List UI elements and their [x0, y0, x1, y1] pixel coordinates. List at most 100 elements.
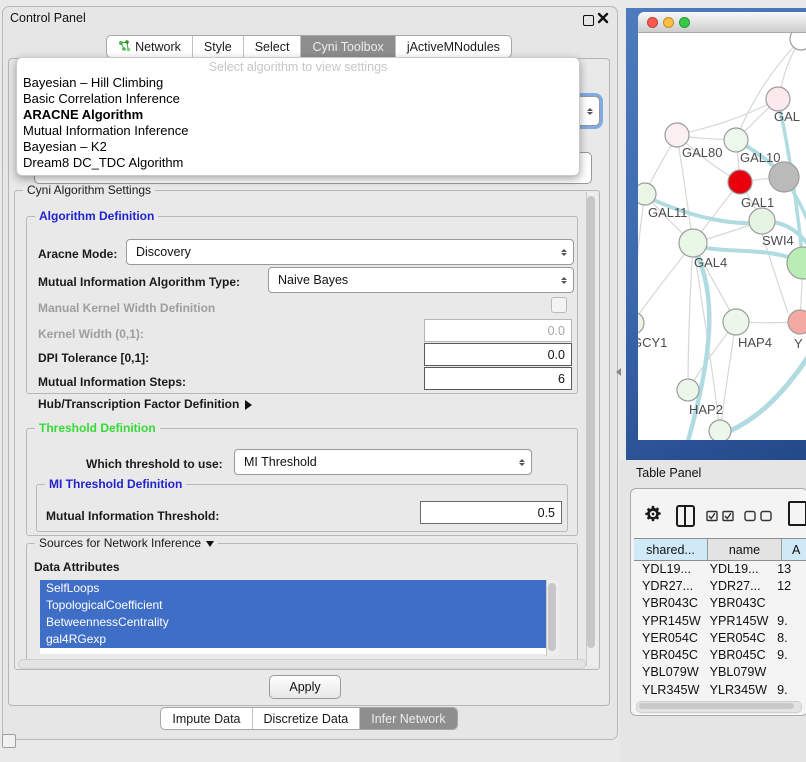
column-header-shared[interactable]: shared...: [634, 539, 708, 560]
network-node-label-gal4: GAL4: [694, 255, 727, 270]
apply-button[interactable]: Apply: [269, 675, 341, 699]
mi-steps-field[interactable]: 6: [424, 367, 572, 390]
sources-title[interactable]: Sources for Network Inference: [35, 536, 218, 552]
attribute-item-topologicalcoefficient[interactable]: TopologicalCoefficient: [40, 597, 546, 614]
algorithm-option-bayesian-k2[interactable]: Bayesian – K2: [17, 139, 579, 155]
which-threshold-value: MI Threshold: [244, 455, 317, 469]
mi-threshold-field[interactable]: 0.5: [420, 501, 562, 524]
algorithm-option-mutual-information-inference[interactable]: Mutual Information Inference: [17, 123, 579, 139]
table-row[interactable]: YPR145WYPR145W9.: [634, 612, 806, 629]
network-canvas[interactable]: GALGAL80GAL10GAL11GAL1SWI4GAL4GCY1HAP4YH…: [638, 33, 806, 440]
mi-type-combo[interactable]: Naive Bayes: [268, 267, 574, 293]
network-node[interactable]: [724, 128, 748, 152]
attributes-scrollbar-thumb[interactable]: [548, 583, 556, 651]
network-node[interactable]: [638, 183, 656, 205]
close-traffic-light-icon[interactable]: [647, 17, 658, 28]
table-row[interactable]: YBL079WYBL079W: [634, 664, 806, 681]
float-window-icon[interactable]: [583, 15, 594, 26]
columns-icon[interactable]: [676, 505, 695, 527]
network-node[interactable]: [728, 170, 752, 194]
attribute-item-gal4rgexp[interactable]: gal4RGexp: [40, 631, 546, 648]
table-row[interactable]: YLR345WYLR345W9.: [634, 681, 806, 698]
network-edge[interactable]: [736, 39, 801, 140]
table-cell: 9.: [769, 612, 806, 629]
table-cell: YER054C: [702, 629, 770, 646]
table-cell: YBL079W: [702, 664, 770, 681]
tab-cyni-toolbox[interactable]: Cyni Toolbox: [300, 36, 394, 57]
stepper-icon: [561, 273, 567, 287]
table-cell: YBL079W: [634, 664, 702, 681]
column-header-partial[interactable]: A: [782, 539, 806, 560]
settings-gear-icon[interactable]: [644, 505, 662, 528]
collapsed-panel-icon[interactable]: [2, 734, 16, 748]
algorithm-option-dream8-dc-tdc-algorithm[interactable]: Dream8 DC_TDC Algorithm: [17, 155, 579, 171]
bottom-tab-discretize-data[interactable]: Discretize Data: [252, 708, 360, 729]
kernel-width-field[interactable]: 0.0: [424, 319, 572, 342]
hub-definition-toggle[interactable]: Hub/Transcription Factor Definition: [38, 397, 257, 411]
popup-hint: Select algorithm to view settings: [17, 60, 579, 75]
network-node[interactable]: [788, 310, 806, 334]
network-node[interactable]: [709, 420, 731, 440]
table-row[interactable]: YER054CYER054C8.: [634, 629, 806, 646]
table-cell: YBR045C: [702, 646, 770, 663]
which-threshold-combo[interactable]: MI Threshold: [234, 449, 532, 475]
table-cell: [769, 595, 806, 612]
network-node[interactable]: [638, 312, 644, 334]
network-node[interactable]: [677, 379, 699, 401]
bottom-tabs-row: Impute DataDiscretize DataInfer Network: [2, 707, 616, 730]
algorithm-option-aracne-algorithm[interactable]: ARACNE Algorithm: [17, 107, 579, 123]
settings-scrollbar-thumb[interactable]: [587, 196, 595, 648]
data-attributes-list: SelfLoopsTopologicalCoefficientBetweenne…: [40, 580, 546, 654]
network-node[interactable]: [723, 309, 749, 335]
deselect-checkboxes-icon[interactable]: [744, 509, 774, 527]
algorithm-dropdown-popup: Select algorithm to view settings Bayesi…: [16, 57, 580, 176]
table-row[interactable]: YDL19...YDL19...13: [634, 560, 806, 577]
table-cell: YDR27...: [634, 577, 702, 594]
network-window-titlebar[interactable]: [638, 12, 806, 33]
tab-network[interactable]: Network: [107, 36, 192, 57]
network-edge[interactable]: [677, 99, 778, 135]
kernel-width-label: Kernel Width (0,1):: [38, 327, 144, 341]
network-node[interactable]: [665, 123, 689, 147]
network-node[interactable]: [769, 162, 799, 192]
table-hscrollbar-thumb[interactable]: [639, 703, 794, 709]
network-node[interactable]: [766, 87, 790, 111]
zoom-traffic-light-icon[interactable]: [679, 17, 690, 28]
network-node[interactable]: [787, 247, 806, 279]
aracne-mode-combo[interactable]: Discovery: [126, 239, 574, 265]
column-header-name[interactable]: name: [708, 539, 782, 560]
document-icon[interactable]: [788, 501, 806, 526]
bottom-tab-infer-network[interactable]: Infer Network: [359, 708, 456, 729]
algorithm-option-basic-correlation-inference[interactable]: Basic Correlation Inference: [17, 91, 579, 107]
network-node[interactable]: [749, 208, 775, 234]
network-edge[interactable]: [688, 243, 693, 390]
manual-kernel-checkbox[interactable]: [551, 297, 567, 313]
tab-select[interactable]: Select: [243, 36, 301, 57]
algorithm-option-bayesian-hill-climbing[interactable]: Bayesian – Hill Climbing: [17, 75, 579, 91]
minimize-traffic-light-icon[interactable]: [663, 17, 674, 28]
tab-label: Cyni Toolbox: [312, 40, 383, 54]
bottom-tab-impute-data[interactable]: Impute Data: [161, 708, 251, 729]
popup-items: Bayesian – Hill ClimbingBasic Correlatio…: [17, 75, 579, 171]
tab-jactivemnodules[interactable]: jActiveMNodules: [395, 36, 511, 57]
hub-definition-label: Hub/Transcription Factor Definition: [38, 397, 239, 411]
table-row[interactable]: YDR27...YDR27...12: [634, 577, 806, 594]
dpi-tolerance-field[interactable]: 0.0: [424, 343, 572, 366]
network-edge[interactable]: [638, 194, 645, 323]
network-node-label-gcy1: GCY1: [638, 335, 667, 350]
network-edge-highlighted[interactable]: [720, 351, 806, 435]
tab-style[interactable]: Style: [192, 36, 243, 57]
close-icon[interactable]: [597, 12, 609, 24]
network-node[interactable]: [679, 229, 707, 257]
splitpane-arrow-icon[interactable]: [612, 368, 621, 376]
attribute-item-betweennesscentrality[interactable]: BetweennessCentrality: [40, 614, 546, 631]
aracne-mode-label: Aracne Mode:: [38, 247, 117, 261]
settings-hscrollbar-track[interactable]: [18, 659, 586, 669]
select-all-checkboxes-icon[interactable]: [706, 509, 736, 527]
stepper-icon: [587, 104, 593, 118]
table-cell: YLR345W: [702, 681, 770, 698]
table-row[interactable]: YBR043CYBR043C: [634, 595, 806, 612]
attribute-item-selfloops[interactable]: SelfLoops: [40, 580, 546, 597]
table-row[interactable]: YBR045CYBR045C9.: [634, 646, 806, 663]
tab-label: jActiveMNodules: [407, 40, 500, 54]
